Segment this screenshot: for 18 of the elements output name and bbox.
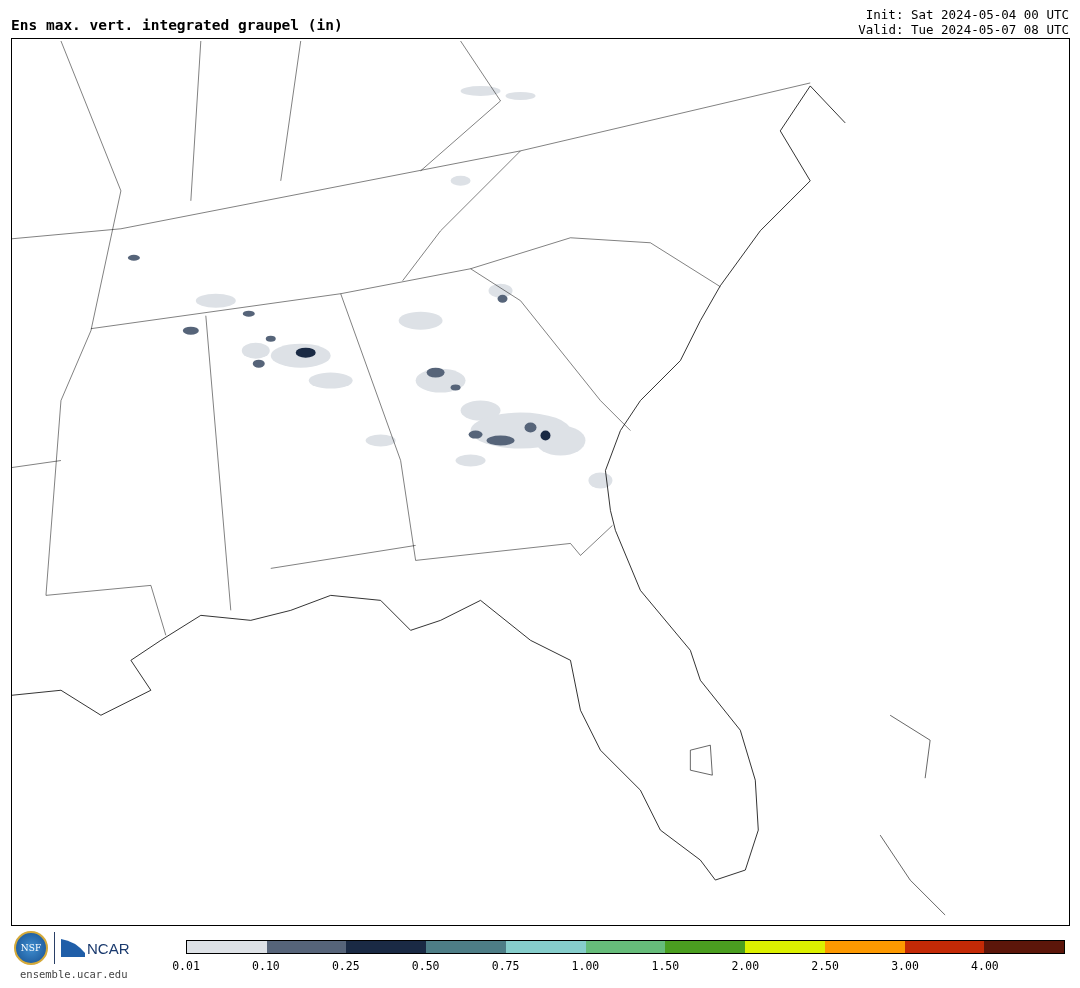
colorbar-label: 0.25 bbox=[331, 959, 360, 973]
colorbar-label: 0.75 bbox=[491, 959, 520, 973]
site-url: ensemble.ucar.edu bbox=[20, 968, 128, 980]
colorbar-label: 0.01 bbox=[172, 959, 200, 973]
ncar-logo: NCAR bbox=[87, 939, 130, 957]
nsf-logo: NSF bbox=[14, 931, 48, 965]
colorbar-label: 4.00 bbox=[971, 959, 999, 973]
colorbar-label: 0.10 bbox=[252, 959, 280, 973]
colorbar-label: 1.50 bbox=[651, 959, 680, 973]
colorbar-label: 2.50 bbox=[811, 959, 839, 973]
map-title: Ens max. vert. integrated graupel (in) bbox=[11, 17, 343, 35]
init-time: Init: Sat 2024-05-04 00 UTC bbox=[865, 7, 1069, 22]
colorbar-label: 2.00 bbox=[731, 959, 760, 973]
ncar-mark-icon bbox=[61, 939, 85, 957]
colorbar-label: 0.50 bbox=[411, 959, 440, 973]
colorbar-label: 3.00 bbox=[891, 959, 919, 973]
valid-time: Valid: Tue 2024-05-07 08 UTC bbox=[858, 22, 1069, 37]
colorbar-label: 1.00 bbox=[571, 959, 600, 973]
